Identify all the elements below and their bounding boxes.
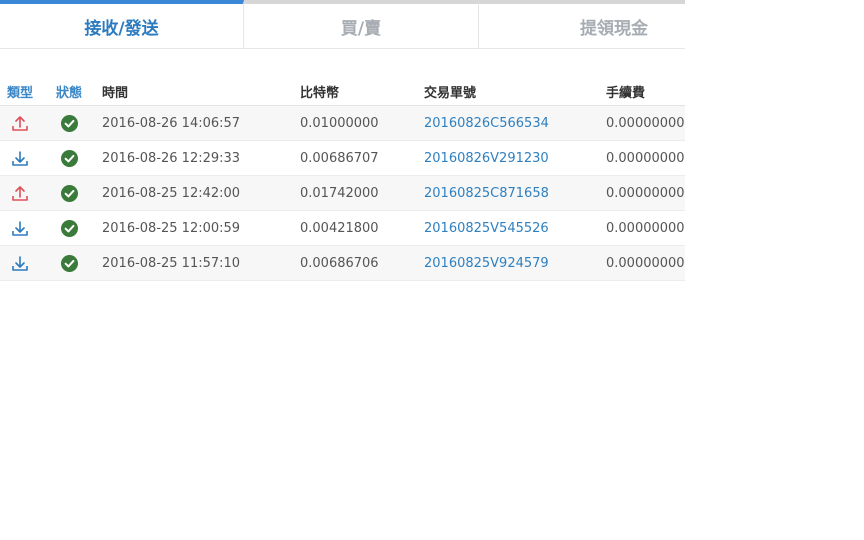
type-cell — [0, 140, 40, 176]
tab-receive-send[interactable]: 接收/發送 — [0, 0, 244, 48]
table-row: 2016-08-26 14:06:57 0.01000000 20160826C56… — [0, 105, 685, 141]
txid-link[interactable]: 20160826C566534 — [424, 116, 549, 131]
bitcoin-amount-cell: 0.00686706 — [300, 245, 424, 281]
col-header-time: 時間 — [98, 78, 300, 106]
tab-buy-sell[interactable]: 買/賣 — [244, 0, 479, 48]
col-header-fee: 手續費 — [606, 78, 685, 106]
bitcoin-amount-cell: 0.00686707 — [300, 140, 424, 176]
table-row: 2016-08-25 12:42:00 0.01742000 20160825C87… — [0, 175, 685, 211]
bitcoin-amount-cell: 0.00421800 — [300, 210, 424, 246]
check-circle-icon — [60, 149, 78, 167]
tab-label: 接收/發送 — [84, 18, 159, 39]
download-icon — [11, 221, 29, 236]
fee-cell: 0.00000000 — [606, 245, 685, 281]
check-circle-icon — [60, 184, 78, 202]
table-row: 2016-08-25 11:57:10 0.00686706 20160825V92… — [0, 245, 685, 281]
upload-icon — [11, 186, 29, 201]
fee-cell: 0.00000000 — [606, 210, 685, 246]
tab-label: 提領現金 — [580, 18, 648, 39]
type-cell — [0, 105, 40, 141]
type-cell — [0, 210, 40, 246]
status-cell — [40, 175, 98, 211]
transactions-table: 類型 狀態 時間 比特幣 交易單號 手續費 2016-08-26 14:06:5… — [0, 78, 685, 281]
download-icon — [11, 256, 29, 271]
type-cell — [0, 175, 40, 211]
fee-cell: 0.00000000 — [606, 140, 685, 176]
transactions-panel: 接收/發送 買/賣 提領現金 類型 狀態 時間 比特幣 交易單號 手續費 201… — [0, 0, 685, 281]
type-cell — [0, 245, 40, 281]
txid-cell: 20160825V924579 — [424, 245, 606, 281]
col-header-type[interactable]: 類型 — [0, 78, 40, 106]
tab-bar: 接收/發送 買/賣 提領現金 — [0, 0, 685, 49]
txid-cell: 20160826C566534 — [424, 105, 606, 141]
time-cell: 2016-08-26 12:29:33 — [98, 140, 300, 176]
tab-withdraw-cash[interactable]: 提領現金 — [479, 0, 685, 48]
col-header-status[interactable]: 狀態 — [40, 78, 98, 106]
bitcoin-amount-cell: 0.01000000 — [300, 105, 424, 141]
table-row: 2016-08-25 12:00:59 0.00421800 20160825V54… — [0, 210, 685, 246]
check-circle-icon — [60, 114, 78, 132]
table-row: 2016-08-26 12:29:33 0.00686707 20160826V29… — [0, 140, 685, 176]
fee-cell: 0.00000000 — [606, 175, 685, 211]
bitcoin-amount-cell: 0.01742000 — [300, 175, 424, 211]
fee-cell: 0.00000000 — [606, 105, 685, 141]
tab-label: 買/賣 — [340, 18, 382, 39]
download-icon — [11, 151, 29, 166]
check-circle-icon — [60, 254, 78, 272]
txid-link[interactable]: 20160825V924579 — [424, 256, 549, 271]
status-cell — [40, 210, 98, 246]
txid-cell: 20160826V291230 — [424, 140, 606, 176]
status-cell — [40, 140, 98, 176]
time-cell: 2016-08-25 12:00:59 — [98, 210, 300, 246]
txid-cell: 20160825V545526 — [424, 210, 606, 246]
txid-cell: 20160825C871658 — [424, 175, 606, 211]
col-header-bitcoin: 比特幣 — [300, 78, 424, 106]
txid-link[interactable]: 20160825V545526 — [424, 221, 549, 236]
time-cell: 2016-08-25 12:42:00 — [98, 175, 300, 211]
check-circle-icon — [60, 219, 78, 237]
col-header-txid: 交易單號 — [424, 78, 606, 106]
status-cell — [40, 245, 98, 281]
upload-icon — [11, 116, 29, 131]
time-cell: 2016-08-25 11:57:10 — [98, 245, 300, 281]
table-header-row: 類型 狀態 時間 比特幣 交易單號 手續費 — [0, 78, 685, 106]
txid-link[interactable]: 20160826V291230 — [424, 151, 549, 166]
time-cell: 2016-08-26 14:06:57 — [98, 105, 300, 141]
status-cell — [40, 105, 98, 141]
txid-link[interactable]: 20160825C871658 — [424, 186, 549, 201]
